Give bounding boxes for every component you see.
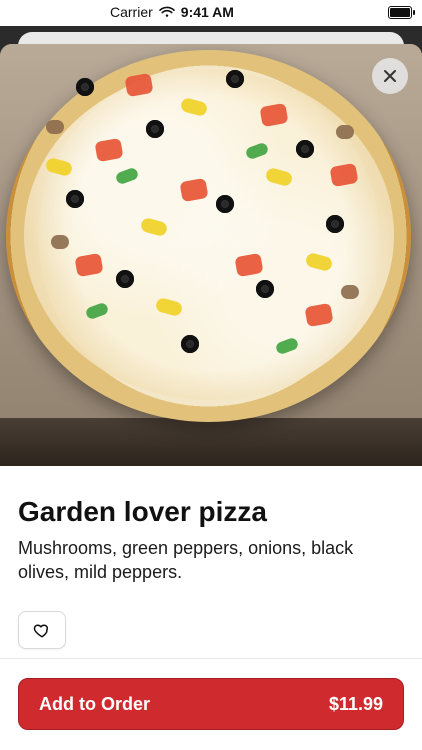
olive-topping <box>116 270 134 288</box>
price-label: $11.99 <box>328 693 383 714</box>
status-bar-left: Carrier 9:41 AM <box>110 4 234 20</box>
add-to-order-button[interactable]: Add to Order $11.99 <box>18 678 404 730</box>
item-image <box>0 44 422 466</box>
status-time: 9:41 AM <box>180 4 234 20</box>
status-bar: Carrier 9:41 AM <box>0 0 422 26</box>
olive-topping <box>326 215 344 233</box>
mushroom-topping <box>336 125 354 139</box>
olive-topping <box>66 190 84 208</box>
item-description: Mushrooms, green peppers, onions, black … <box>18 538 354 582</box>
battery-icon <box>388 6 415 19</box>
pizza-box-shadow <box>0 418 422 466</box>
heart-outline-icon <box>33 621 51 639</box>
pizza-image <box>6 50 411 422</box>
divider <box>0 658 422 659</box>
wifi-icon <box>158 6 175 18</box>
favorite-button[interactable] <box>18 611 66 649</box>
olive-topping <box>296 140 314 158</box>
carrier-label: Carrier <box>110 4 153 20</box>
olive-topping <box>181 335 199 353</box>
olive-topping <box>146 120 164 138</box>
mushroom-topping <box>46 120 64 134</box>
olive-topping <box>226 70 244 88</box>
item-detail-sheet: Garden lover pizza Mushrooms, green pepp… <box>0 44 422 750</box>
item-title: Garden lover pizza <box>18 496 267 527</box>
add-to-order-label: Add to Order <box>39 693 150 714</box>
close-icon <box>382 68 398 84</box>
olive-topping <box>76 78 94 96</box>
olive-topping <box>256 280 274 298</box>
close-button[interactable] <box>372 58 408 94</box>
olive-topping <box>216 195 234 213</box>
mushroom-topping <box>341 285 359 299</box>
mushroom-topping <box>51 235 69 249</box>
pizza-cheese <box>24 70 394 400</box>
